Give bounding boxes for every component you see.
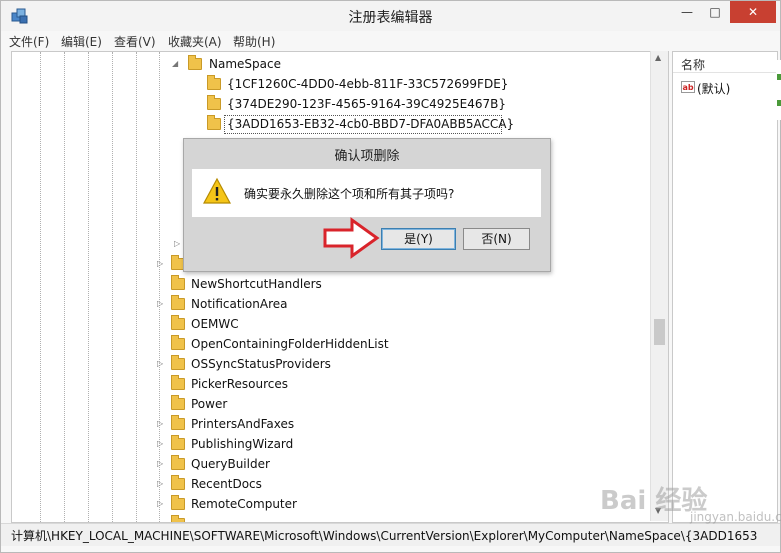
values-pane[interactable]: 名称 ab (默认) bbox=[672, 51, 778, 523]
tree-item-label: OEMWC bbox=[191, 317, 239, 331]
folder-icon bbox=[171, 295, 185, 310]
tree-item-key[interactable]: ▷ NotificationArea bbox=[157, 295, 557, 315]
folder-icon bbox=[171, 395, 185, 410]
tree-item-label: QueryBuilder bbox=[191, 457, 270, 471]
tree-item-key[interactable] bbox=[157, 515, 557, 522]
collapsed-arrow-icon[interactable]: ▷ bbox=[157, 499, 163, 508]
minimize-button[interactable]: — bbox=[673, 1, 701, 23]
collapsed-arrow-icon[interactable]: ▷ bbox=[174, 239, 180, 248]
collapsed-arrow-icon[interactable]: ▷ bbox=[157, 259, 163, 268]
tree-item-label: PublishingWizard bbox=[191, 437, 294, 451]
tree-guide-line bbox=[40, 52, 41, 522]
tree-item-label: RecentDocs bbox=[191, 477, 262, 491]
status-path: 计算机\HKEY_LOCAL_MACHINE\SOFTWARE\Microsof… bbox=[11, 529, 758, 543]
yes-button[interactable]: 是(Y) bbox=[381, 228, 456, 250]
menu-help[interactable]: 帮助(H) bbox=[233, 33, 275, 50]
tree-item-key[interactable]: ▷ QueryBuilder bbox=[157, 455, 557, 475]
baidu-watermark-url: jingyan.baidu.com bbox=[690, 510, 781, 524]
tree-item-label: NotificationArea bbox=[191, 297, 288, 311]
tree-item-key[interactable]: PickerResources bbox=[157, 375, 557, 395]
dialog-message: 确实要永久删除这个项和所有其子项吗? bbox=[244, 187, 455, 201]
regedit-window: 注册表编辑器 — □ ✕ 文件(F) 编辑(E) 查看(V) 收藏夹(A) 帮助… bbox=[0, 0, 781, 553]
red-arrow-annotation-icon bbox=[323, 217, 380, 259]
tree-guide-line bbox=[112, 52, 113, 522]
folder-icon bbox=[171, 495, 185, 510]
tree-item-label: {1CF1260C-4DD0-4ebb-811F-33C572699FDE} bbox=[227, 77, 509, 91]
tree-item-key[interactable]: ▷ OSSyncStatusProviders bbox=[157, 355, 557, 375]
tree-item-key[interactable]: OEMWC bbox=[157, 315, 557, 335]
tree-item-label: OSSyncStatusProviders bbox=[191, 357, 331, 371]
folder-icon bbox=[207, 115, 221, 130]
dialog-body: 确实要永久删除这个项和所有其子项吗? bbox=[192, 169, 541, 217]
dialog-title: 确认项删除 bbox=[334, 149, 400, 164]
folder-icon bbox=[171, 315, 185, 330]
tree-item-label: RemoteComputer bbox=[191, 497, 297, 511]
open-folder-icon bbox=[188, 55, 202, 70]
menu-file[interactable]: 文件(F) bbox=[9, 33, 49, 50]
tree-item-key[interactable]: NewShortcutHandlers bbox=[157, 275, 557, 295]
registry-tree[interactable]: ◢ NameSpace {1CF1260C-4DD0-4ebb-811F-33C… bbox=[11, 51, 669, 523]
scroll-up-arrow-icon[interactable]: ▲ bbox=[655, 53, 661, 62]
scrollbar-thumb[interactable] bbox=[654, 319, 665, 345]
collapsed-arrow-icon[interactable]: ▷ bbox=[157, 479, 163, 488]
folder-icon bbox=[207, 95, 221, 110]
collapsed-arrow-icon[interactable]: ▷ bbox=[157, 439, 163, 448]
tree-vertical-scrollbar[interactable]: ▲ ▼ bbox=[650, 51, 668, 521]
maximize-button[interactable]: □ bbox=[701, 1, 729, 23]
collapsed-arrow-icon[interactable]: ▷ bbox=[157, 359, 163, 368]
default-value-entry[interactable]: (默认) bbox=[697, 80, 730, 97]
string-value-icon: ab bbox=[681, 81, 695, 93]
tree-item-namespace[interactable]: ◢ NameSpace bbox=[172, 55, 572, 75]
menu-favorites[interactable]: 收藏夹(A) bbox=[168, 33, 222, 50]
background-edge-mark bbox=[777, 74, 781, 80]
background-edge-mark bbox=[777, 100, 781, 106]
tree-item-key[interactable]: ▷ RecentDocs bbox=[157, 475, 557, 495]
folder-icon bbox=[171, 455, 185, 470]
tree-item-key[interactable]: OpenContainingFolderHiddenList bbox=[157, 335, 557, 355]
menu-view[interactable]: 查看(V) bbox=[114, 33, 156, 50]
folder-icon bbox=[171, 355, 185, 370]
tree-item-key[interactable]: ▷ RemoteComputer bbox=[157, 495, 557, 515]
tree-guide-line bbox=[136, 52, 137, 522]
window-title: 注册表编辑器 bbox=[348, 10, 433, 26]
column-header-label: 名称 bbox=[681, 58, 706, 72]
tree-item-label: {374DE290-123F-4565-9164-39C4925E467B} bbox=[227, 97, 507, 111]
status-bar: 计算机\HKEY_LOCAL_MACHINE\SOFTWARE\Microsof… bbox=[1, 523, 780, 546]
tree-item-guid[interactable]: {1CF1260C-4DD0-4ebb-811F-33C572699FDE} bbox=[207, 75, 607, 95]
menu-edit[interactable]: 编辑(E) bbox=[61, 33, 102, 50]
tree-item-label: PickerResources bbox=[191, 377, 289, 391]
tree-item-label: NewShortcutHandlers bbox=[191, 277, 322, 291]
tree-item-label: PrintersAndFaxes bbox=[191, 417, 295, 431]
folder-icon bbox=[171, 475, 185, 490]
folder-icon bbox=[171, 275, 185, 290]
tree-item-guid-selected[interactable]: {3ADD1653-EB32-4cb0-BBD7-DFA0ABB5ACCA} bbox=[207, 115, 607, 135]
folder-icon bbox=[171, 375, 185, 390]
menu-bar: 文件(F) 编辑(E) 查看(V) 收藏夹(A) 帮助(H) bbox=[1, 31, 780, 51]
expanded-arrow-icon[interactable]: ◢ bbox=[172, 59, 178, 68]
folder-icon bbox=[207, 75, 221, 90]
tree-item-key[interactable]: ▷ PublishingWizard bbox=[157, 435, 557, 455]
tree-guide-line bbox=[88, 52, 89, 522]
background-window-edge bbox=[776, 60, 781, 120]
tree-item-key[interactable]: ▷ PrintersAndFaxes bbox=[157, 415, 557, 435]
tree-item-label: {3ADD1653-EB32-4cb0-BBD7-DFA0ABB5ACCA} bbox=[227, 117, 515, 131]
tree-item-guid[interactable]: {374DE290-123F-4565-9164-39C4925E467B} bbox=[207, 95, 607, 115]
collapsed-arrow-icon[interactable]: ▷ bbox=[157, 459, 163, 468]
folder-icon bbox=[171, 435, 185, 450]
collapsed-arrow-icon[interactable]: ▷ bbox=[157, 419, 163, 428]
tree-item-label: OpenContainingFolderHiddenList bbox=[191, 337, 389, 351]
tree-item-key[interactable]: Power bbox=[157, 395, 557, 415]
collapsed-arrow-icon[interactable]: ▷ bbox=[157, 299, 163, 308]
title-bar: 注册表编辑器 — □ ✕ bbox=[1, 1, 780, 31]
tree-item-label: NameSpace bbox=[209, 57, 281, 71]
folder-icon bbox=[171, 335, 185, 350]
folder-icon bbox=[171, 415, 185, 430]
column-header-name[interactable]: 名称 bbox=[673, 52, 777, 73]
close-button[interactable]: ✕ bbox=[730, 1, 776, 23]
tree-item-label: Power bbox=[191, 397, 228, 411]
tree-guide-line bbox=[64, 52, 65, 522]
no-button[interactable]: 否(N) bbox=[463, 228, 530, 250]
warning-icon bbox=[202, 177, 232, 204]
